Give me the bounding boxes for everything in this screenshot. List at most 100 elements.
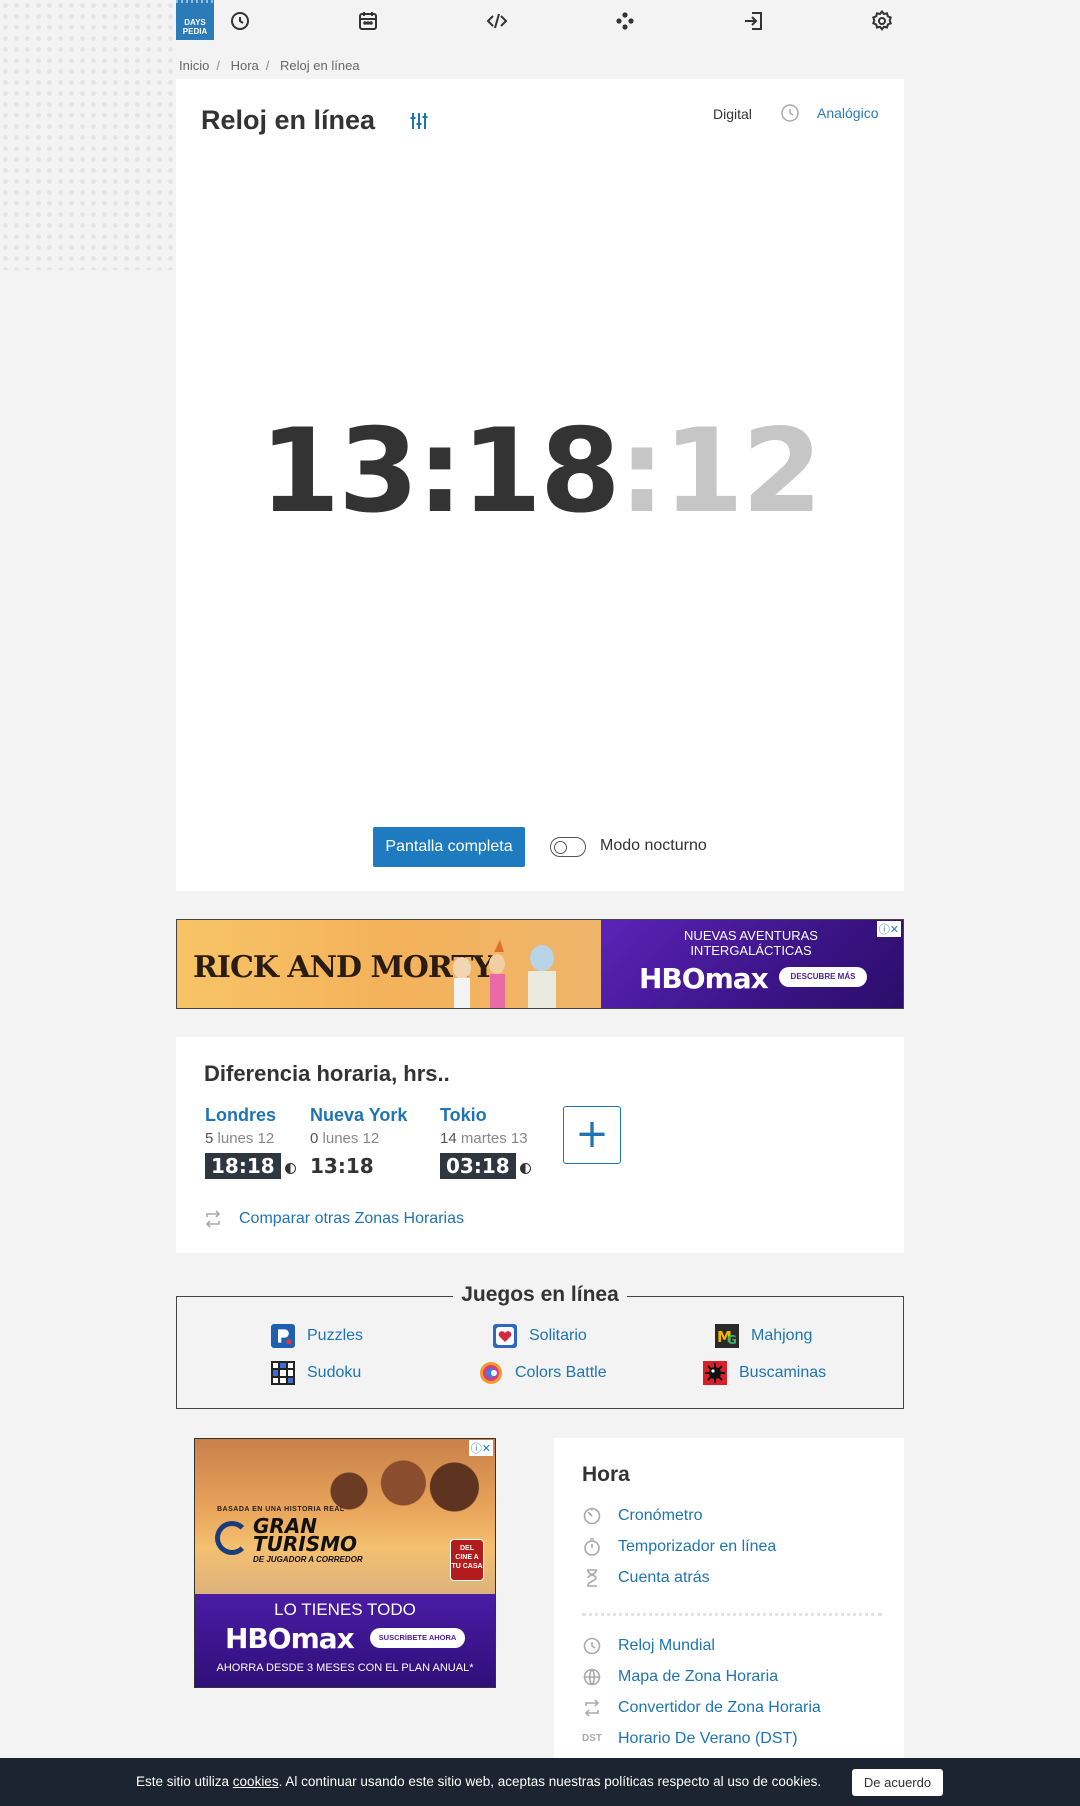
- city-time: 18:18: [205, 1153, 281, 1179]
- side-nav-title: Hora: [582, 1463, 630, 1486]
- city-offset-day: 0 lunes 12: [310, 1130, 407, 1147]
- compare-timezones-link[interactable]: Comparar otras Zonas Horarias: [239, 1210, 464, 1228]
- game-sudoku[interactable]: Sudoku: [271, 1361, 361, 1385]
- clock-hours-minutes: 13:18: [259, 404, 620, 539]
- svg-text:G: G: [727, 1333, 737, 1347]
- cookie-policy-link[interactable]: cookies: [233, 1774, 279, 1789]
- game-minesweeper[interactable]: Buscaminas: [703, 1361, 826, 1385]
- nav-timer[interactable]: Temporizador en línea: [582, 1537, 776, 1557]
- mode-analog-link[interactable]: Analógico: [817, 105, 879, 121]
- breadcrumb-hora[interactable]: Hora: [231, 58, 259, 73]
- cookie-accept-button[interactable]: De acuerdo: [852, 1769, 943, 1796]
- ad-based-text: BASADA EN UNA HISTORIA REAL: [217, 1506, 345, 1513]
- logo-line-2: PEDIA: [182, 27, 208, 36]
- city-name[interactable]: Tokio: [440, 1105, 531, 1126]
- city-time: 13:18: [310, 1154, 374, 1178]
- gt-logo-icon: [215, 1521, 249, 1555]
- digital-clock: 13:18:12: [176, 414, 904, 530]
- ad-cta-button[interactable]: DESCUBRE MÁS: [779, 967, 867, 987]
- ad-tagline-2: INTERGALÁCTICAS: [690, 943, 812, 958]
- nav-stopwatch[interactable]: Cronómetro: [582, 1506, 702, 1526]
- convert-icon: [582, 1698, 602, 1718]
- breadcrumb-current: Reloj en línea: [280, 58, 360, 73]
- login-icon[interactable]: [742, 9, 766, 33]
- city-london: Londres 5 lunes 12 18:18: [205, 1105, 296, 1179]
- clock-icon[interactable]: [228, 9, 252, 33]
- nav-timezone-converter[interactable]: Convertidor de Zona Horaria: [582, 1698, 821, 1718]
- breadcrumb-home[interactable]: Inicio: [179, 58, 209, 73]
- ad-brand-logo: HBOmax: [639, 962, 769, 995]
- nav-timezone-map[interactable]: Mapa de Zona Horaria: [582, 1667, 778, 1687]
- ad-close-icon[interactable]: ⓘ✕: [876, 921, 901, 937]
- game-label: Colors Battle: [515, 1364, 607, 1381]
- moon-icon: [284, 1163, 296, 1175]
- ad-banner-top[interactable]: RICK AND MORTY NUEVAS AVENTURAS INTERGAL…: [176, 919, 904, 1009]
- night-mode-toggle[interactable]: [550, 837, 586, 857]
- gear-icon[interactable]: [870, 9, 894, 33]
- ad-subscribe-button[interactable]: SUSCRÍBETE AHORA: [370, 1628, 465, 1648]
- game-label: Sudoku: [307, 1364, 362, 1381]
- ad-tagline-1: NUEVAS AVENTURAS: [684, 928, 818, 943]
- time-tools-nav: Hora Cronómetro Temporizador en línea Cu…: [554, 1438, 904, 1758]
- fullscreen-button[interactable]: Pantalla completa: [373, 827, 525, 867]
- online-games-box: Juegos en línea Puzzles Solitario MG Mah…: [176, 1283, 904, 1409]
- ad-close-icon[interactable]: ⓘ✕: [468, 1440, 493, 1456]
- ad-brand-logo: HBOmax: [225, 1622, 355, 1655]
- nav-dst[interactable]: DST Horario De Verano (DST): [582, 1729, 798, 1749]
- calendar-icon[interactable]: [356, 9, 380, 33]
- city-name[interactable]: Nueva York: [310, 1105, 407, 1126]
- nav-label: Mapa de Zona Horaria: [618, 1668, 779, 1685]
- ad-line-1: LO TIENES TODO: [274, 1600, 416, 1619]
- ad-gt-word-2: TURISMO: [253, 1532, 358, 1556]
- clock-icon: [780, 103, 800, 123]
- game-solitaire[interactable]: Solitario: [493, 1324, 587, 1348]
- sliders-icon[interactable]: [407, 109, 431, 133]
- heart-card-icon: [493, 1324, 517, 1348]
- hourglass-icon: [582, 1568, 602, 1588]
- mahjong-icon: MG: [715, 1324, 739, 1348]
- dst-icon: DST: [582, 1733, 602, 1744]
- city-offset: 5: [205, 1130, 214, 1147]
- nav-countdown[interactable]: Cuenta atrás: [582, 1568, 710, 1588]
- mode-digital[interactable]: Digital: [713, 106, 752, 122]
- top-nav: DAYS PEDIA: [176, 0, 904, 42]
- breadcrumb-separator: /: [265, 58, 270, 73]
- nav-label: Convertidor de Zona Horaria: [618, 1699, 821, 1716]
- city-tokyo: Tokio 14 martes 13 03:18: [440, 1105, 531, 1179]
- nav-label: Temporizador en línea: [618, 1538, 777, 1555]
- nav-label: Horario De Verano (DST): [618, 1730, 798, 1747]
- breadcrumb: Inicio / Hora / Reloj en línea: [179, 58, 367, 73]
- game-mahjong[interactable]: MG Mahjong: [715, 1324, 812, 1348]
- page-title: Reloj en línea: [201, 105, 376, 135]
- globe-icon: [582, 1667, 602, 1687]
- ad-gt-subtitle: DE JUGADOR A CORREDOR: [253, 1555, 363, 1564]
- cookie-text-before: Este sitio utiliza: [136, 1774, 233, 1789]
- ad-actors-image: [315, 1447, 485, 1527]
- logo-line-1: DAYS: [184, 18, 206, 27]
- ad-hbo-section: LO TIENES TODO HBOmax SUSCRÍBETE AHORA A…: [195, 1594, 495, 1687]
- colors-battle-icon: [479, 1361, 503, 1385]
- ad-left-panel: RICK AND MORTY: [177, 920, 601, 1008]
- games-title: Juegos en línea: [177, 1283, 903, 1307]
- code-icon[interactable]: [485, 9, 509, 33]
- city-time: 03:18: [440, 1153, 516, 1179]
- site-logo[interactable]: DAYS PEDIA: [176, 0, 214, 40]
- clock-seconds: :12: [618, 404, 823, 539]
- city-day: lunes 12: [217, 1130, 275, 1147]
- city-name[interactable]: Londres: [205, 1105, 296, 1126]
- nav-world-clock[interactable]: Reloj Mundial: [582, 1636, 715, 1656]
- game-colors-battle[interactable]: Colors Battle: [479, 1361, 607, 1385]
- moon-icon: [519, 1163, 531, 1175]
- nav-label: Cuenta atrás: [618, 1569, 710, 1586]
- night-mode-label: Modo nocturno: [600, 837, 707, 854]
- clock-panel: Reloj en línea Digital Analógico 13:18:1…: [176, 79, 904, 891]
- ad-movie-poster: BASADA EN UNA HISTORIA REAL GRAN TURISMO…: [195, 1439, 495, 1594]
- game-puzzles[interactable]: Puzzles: [271, 1324, 363, 1348]
- ad-banner-side[interactable]: BASADA EN UNA HISTORIA REAL GRAN TURISMO…: [194, 1438, 496, 1688]
- city-day: lunes 12: [322, 1130, 380, 1147]
- games-icon[interactable]: [613, 9, 637, 33]
- add-city-button[interactable]: +: [563, 1106, 621, 1164]
- games-title-text: Juegos en línea: [453, 1283, 627, 1306]
- city-offset: 14: [440, 1130, 457, 1147]
- ad-right-panel: NUEVAS AVENTURAS INTERGALÁCTICAS HBOmax …: [601, 920, 903, 1008]
